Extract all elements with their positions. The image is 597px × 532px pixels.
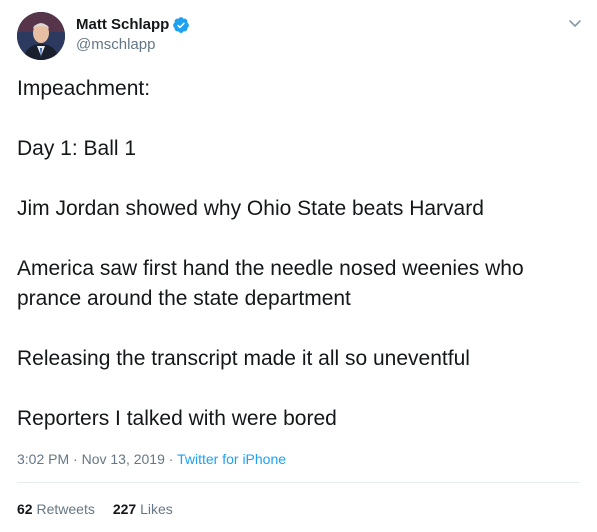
handle[interactable]: @mschlapp xyxy=(76,35,190,55)
tweet-metadata: 3:02 PM · Nov 13, 2019 · Twitter for iPh… xyxy=(17,450,286,468)
tweet-card: Matt Schlapp @mschlapp Impeachment: Day … xyxy=(0,0,597,532)
tweet-source-link[interactable]: Twitter for iPhone xyxy=(177,451,286,467)
author-header: Matt Schlapp @mschlapp xyxy=(76,15,190,55)
tweet-time[interactable]: 3:02 PM xyxy=(17,451,69,467)
chevron-down-icon[interactable] xyxy=(567,15,583,31)
meta-separator: · xyxy=(73,451,82,467)
tweet-paragraph: Reporters I talked with were bored xyxy=(17,407,337,430)
likes-count: 227 xyxy=(112,501,141,517)
tweet-date[interactable]: Nov 13, 2019 xyxy=(82,451,165,467)
retweets-stat[interactable]: 62 Retweets xyxy=(17,500,95,518)
tweet-paragraph: Releasing the transcript made it all so … xyxy=(17,347,470,370)
retweets-count: 62 xyxy=(17,501,37,517)
likes-stat[interactable]: 227 Likes xyxy=(113,500,173,518)
display-name-row: Matt Schlapp xyxy=(76,15,190,35)
avatar[interactable] xyxy=(17,12,65,60)
meta-separator: · xyxy=(168,451,178,467)
verified-badge-icon xyxy=(172,16,190,34)
tweet-paragraph: Impeachment: xyxy=(17,77,151,100)
retweets-label: Retweets xyxy=(36,501,95,517)
tweet-paragraph: Jim Jordan showed why Ohio State beats H… xyxy=(17,197,484,220)
divider xyxy=(17,482,580,483)
tweet-paragraph: America saw first hand the needle nosed … xyxy=(17,257,524,310)
tweet-stats: 62 Retweets 227 Likes xyxy=(17,500,191,518)
avatar-image xyxy=(17,12,65,60)
tweet-paragraph: Day 1: Ball 1 xyxy=(17,137,137,160)
display-name[interactable]: Matt Schlapp xyxy=(76,15,169,35)
likes-label: Likes xyxy=(140,501,173,517)
